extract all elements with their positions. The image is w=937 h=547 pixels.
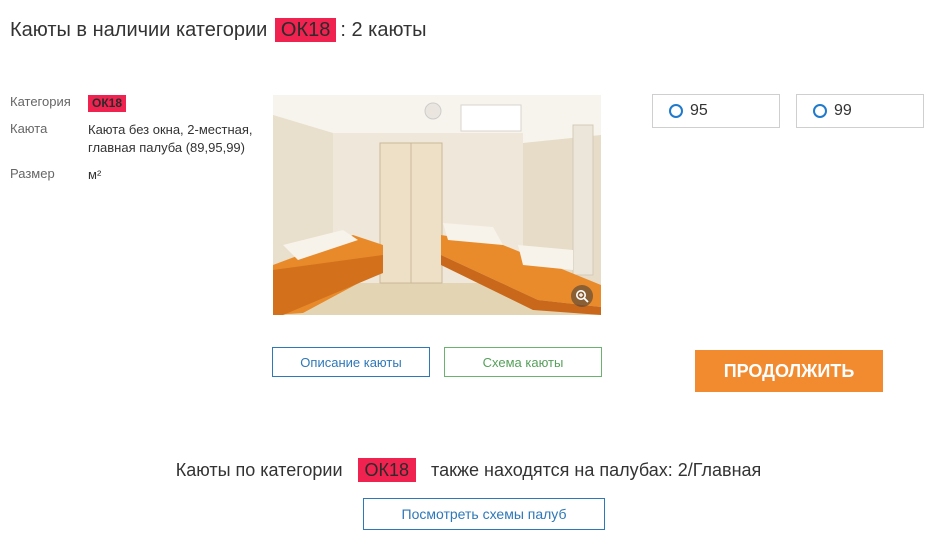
- deck-info-suffix: также находятся на палубах: 2/Главная: [431, 460, 762, 480]
- cabin-number: 99: [834, 102, 852, 119]
- category-badge: ОК18: [274, 18, 337, 42]
- cabin-option-95[interactable]: 95: [652, 94, 780, 128]
- deck-info-prefix: Каюты по категории: [175, 460, 343, 480]
- size-value: м²: [88, 167, 102, 182]
- deck-category-badge: ОК18: [357, 458, 417, 482]
- cabin-description-button[interactable]: Описание каюты: [272, 347, 430, 377]
- radio-icon[interactable]: [669, 104, 683, 118]
- radio-icon[interactable]: [813, 104, 827, 118]
- category-label: Категория: [10, 94, 71, 109]
- size-label: Размер: [10, 166, 55, 181]
- category-value-badge: ОК18: [88, 95, 127, 112]
- view-deck-schemes-button[interactable]: Посмотреть схемы палуб: [363, 498, 605, 530]
- category-value: ОК18: [88, 94, 127, 112]
- cabin-value: Каюта без окна, 2-местная, главная палуб…: [88, 121, 253, 157]
- cabin-value-line1: Каюта без окна, 2-местная,: [88, 122, 253, 137]
- cabin-value-line2: главная палуба (89,95,99): [88, 140, 245, 155]
- cabin-scheme-button[interactable]: Схема каюты: [444, 347, 602, 377]
- cabin-option-99[interactable]: 99: [796, 94, 924, 128]
- cabin-photo[interactable]: [273, 95, 601, 315]
- title-suffix: : 2 каюты: [340, 19, 427, 41]
- continue-button[interactable]: ПРОДОЛЖИТЬ: [695, 350, 883, 392]
- deck-info: Каюты по категории ОК18 также находятся …: [0, 458, 937, 482]
- cabin-label: Каюта: [10, 121, 48, 136]
- cabin-number: 95: [690, 102, 708, 119]
- page-title: Каюты в наличии категории ОК18: 2 каюты: [10, 18, 427, 42]
- cabin-photo-illustration: [273, 95, 601, 315]
- zoom-in-icon[interactable]: [571, 285, 593, 307]
- title-prefix: Каюты в наличии категории: [10, 19, 268, 41]
